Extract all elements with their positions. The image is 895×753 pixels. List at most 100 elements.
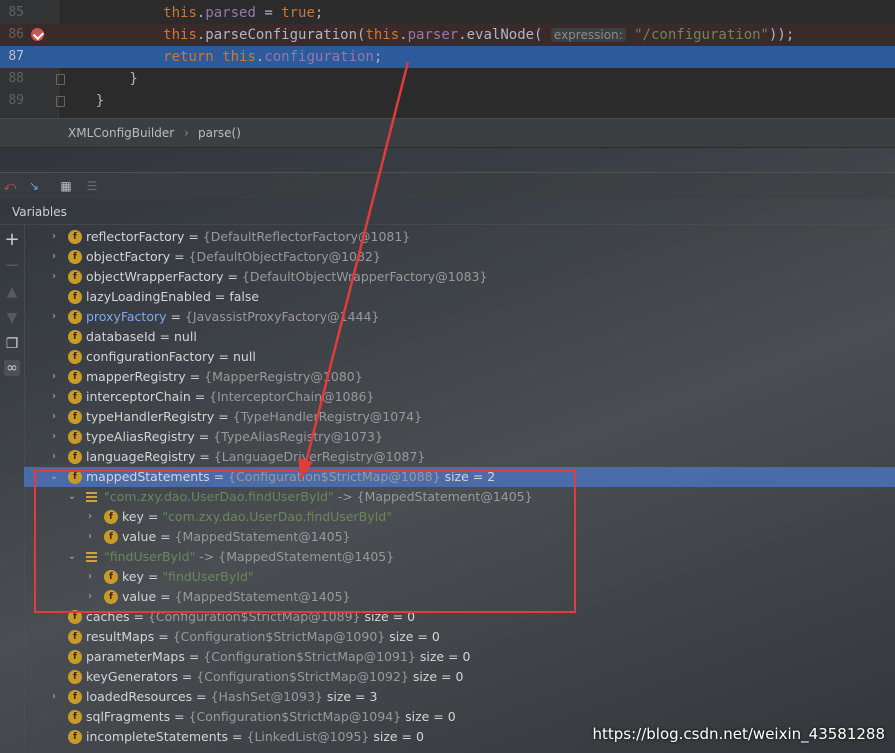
code-token: } bbox=[62, 93, 105, 109]
variable-name: lazyLoadingEnabled bbox=[86, 289, 211, 304]
code-line[interactable]: 85 this.parsed = true; bbox=[0, 2, 895, 24]
expand-arrow-icon[interactable]: › bbox=[48, 687, 60, 707]
expand-arrow-icon[interactable] bbox=[48, 287, 60, 307]
move-up-icon[interactable]: ▲ bbox=[4, 284, 20, 300]
equals-sign: = bbox=[185, 369, 205, 384]
variable-row[interactable]: f parameterMaps = {Configuration$StrictMa… bbox=[24, 647, 895, 667]
code-line[interactable]: 87 return this.configuration; bbox=[0, 46, 895, 68]
breadcrumb-separator: › bbox=[184, 126, 189, 140]
code-token: ; bbox=[373, 49, 383, 65]
variable-row[interactable]: f configurationFactory = null bbox=[24, 347, 895, 367]
expand-arrow-icon[interactable]: › bbox=[48, 267, 60, 287]
expand-arrow-icon[interactable]: › bbox=[48, 447, 60, 467]
equals-sign: = bbox=[177, 669, 197, 684]
debugger-toolbar: ⤺ ↘ ▦ ☰ bbox=[0, 172, 895, 199]
variable-value: false bbox=[229, 289, 260, 304]
code-token: configuration bbox=[264, 49, 374, 65]
expand-arrow-icon[interactable] bbox=[48, 707, 60, 727]
variable-row[interactable]: › f proxyFactory = {JavassistProxyFactory@… bbox=[24, 307, 895, 327]
variable-row[interactable]: › f reflectorFactory = {DefaultReflectorFa… bbox=[24, 227, 895, 247]
variable-row[interactable]: › f typeHandlerRegistry = {TypeHandlerRegi… bbox=[24, 407, 895, 427]
step-cursor-icon[interactable]: ↘ bbox=[26, 178, 42, 194]
expand-arrow-icon[interactable]: › bbox=[48, 247, 60, 267]
code-token: "/configuration" bbox=[634, 27, 769, 43]
equals-sign: = bbox=[214, 349, 233, 364]
evaluate-table-icon[interactable]: ▦ bbox=[58, 178, 74, 194]
variable-label: proxyFactory = {JavassistProxyFactory@14… bbox=[86, 307, 379, 327]
expand-arrow-icon[interactable]: › bbox=[48, 367, 60, 387]
variable-row[interactable]: f keyGenerators = {Configuration$StrictMa… bbox=[24, 667, 895, 687]
expand-arrow-icon[interactable] bbox=[48, 347, 60, 367]
equals-sign: = bbox=[194, 429, 214, 444]
equals-sign: = bbox=[184, 229, 203, 244]
code-editor[interactable]: 85 this.parsed = true; 86 this.parseConfi… bbox=[0, 0, 895, 118]
equals-sign: = bbox=[190, 389, 210, 404]
equals-sign: = bbox=[166, 309, 185, 324]
line-number: 88 bbox=[8, 71, 24, 86]
field-icon: f bbox=[68, 430, 82, 444]
copy-icon[interactable]: ❐ bbox=[4, 336, 20, 352]
field-icon: f bbox=[68, 270, 82, 284]
field-icon: f bbox=[68, 310, 82, 324]
variable-row[interactable]: f lazyLoadingEnabled = false bbox=[24, 287, 895, 307]
variable-label: objectWrapperFactory = {DefaultObjectWra… bbox=[86, 267, 487, 287]
variable-name: parameterMaps bbox=[86, 649, 185, 664]
breadcrumb-class[interactable]: XMLConfigBuilder bbox=[68, 126, 174, 140]
breadcrumb-method[interactable]: parse() bbox=[198, 126, 241, 140]
code-line[interactable]: 88 } bbox=[0, 68, 895, 90]
code-line[interactable]: 86 this.parseConfiguration(this.parser.e… bbox=[0, 24, 895, 46]
expand-arrow-icon[interactable] bbox=[48, 327, 60, 347]
variable-label: languageRegistry = {LanguageDriverRegist… bbox=[86, 447, 425, 467]
code-token: parser bbox=[407, 27, 459, 43]
object-reference: {TypeHandlerRegistry@1074} bbox=[232, 409, 423, 424]
object-reference: {Configuration$StrictMap@1092} bbox=[196, 669, 409, 684]
variable-name: reflectorFactory bbox=[86, 229, 185, 244]
variable-name: resultMaps bbox=[86, 629, 155, 644]
expand-arrow-icon[interactable] bbox=[48, 647, 60, 667]
variable-row[interactable]: › f mapperRegistry = {MapperRegistry@1080} bbox=[24, 367, 895, 387]
object-reference: {HashSet@1093} bbox=[210, 689, 323, 704]
settings-list-icon[interactable]: ☰ bbox=[84, 178, 100, 194]
variable-row[interactable]: › f typeAliasRegistry = {TypeAliasRegistry… bbox=[24, 427, 895, 447]
variable-row[interactable]: f databaseId = null bbox=[24, 327, 895, 347]
variable-row[interactable]: › f loadedResources = {HashSet@1093} size … bbox=[24, 687, 895, 707]
expand-arrow-icon[interactable] bbox=[48, 667, 60, 687]
expand-arrow-icon[interactable]: › bbox=[48, 407, 60, 427]
variable-label: interceptorChain = {InterceptorChain@108… bbox=[86, 387, 374, 407]
show-watches-icon[interactable]: ∞ bbox=[4, 360, 20, 376]
equals-sign: = bbox=[184, 649, 204, 664]
expand-arrow-icon[interactable]: › bbox=[48, 427, 60, 447]
code-token: this bbox=[163, 5, 197, 21]
equals-sign: = bbox=[155, 329, 174, 344]
breakpoint-icon[interactable] bbox=[31, 28, 44, 41]
variable-name: objectFactory bbox=[86, 249, 171, 264]
move-down-icon[interactable]: ▼ bbox=[4, 310, 20, 326]
expand-arrow-icon[interactable]: › bbox=[48, 227, 60, 247]
variable-label: typeAliasRegistry = {TypeAliasRegistry@1… bbox=[86, 427, 383, 447]
expand-arrow-icon[interactable]: › bbox=[48, 307, 60, 327]
expand-arrow-icon[interactable] bbox=[48, 727, 60, 747]
code-text: this.parsed = true; bbox=[62, 2, 323, 24]
object-reference: {Configuration$StrictMap@1091} bbox=[203, 649, 416, 664]
variable-row[interactable]: › f objectWrapperFactory = {DefaultObjectW… bbox=[24, 267, 895, 287]
variable-row[interactable]: › f objectFactory = {DefaultObjectFactory@… bbox=[24, 247, 895, 267]
object-reference: {MapperRegistry@1080} bbox=[204, 369, 363, 384]
watermark: https://blog.csdn.net/weixin_43581288 bbox=[592, 725, 885, 743]
field-icon: f bbox=[68, 290, 82, 304]
restore-layout-icon[interactable]: ⤺ bbox=[2, 178, 18, 194]
code-line[interactable]: 89 } bbox=[0, 90, 895, 112]
variable-row[interactable]: › f interceptorChain = {InterceptorChain@1… bbox=[24, 387, 895, 407]
variable-row[interactable]: › f languageRegistry = {LanguageDriverRegi… bbox=[24, 447, 895, 467]
variable-name: typeHandlerRegistry bbox=[86, 409, 215, 424]
variable-row[interactable]: f resultMaps = {Configuration$StrictMap@1… bbox=[24, 627, 895, 647]
remove-watch-icon[interactable]: − bbox=[4, 257, 20, 275]
variables-title: Variables bbox=[12, 205, 67, 219]
code-token: = bbox=[255, 5, 282, 21]
variables-header: Variables bbox=[0, 200, 895, 225]
expand-arrow-icon[interactable]: › bbox=[48, 387, 60, 407]
variable-label: loadedResources = {HashSet@1093} size = … bbox=[86, 687, 377, 707]
variables-side-toolbar: + − ▲ ▼ ❐ ∞ bbox=[0, 224, 25, 753]
expand-arrow-icon[interactable] bbox=[48, 627, 60, 647]
add-watch-icon[interactable]: + bbox=[4, 231, 20, 249]
variable-row[interactable]: f sqlFragments = {Configuration$StrictMap… bbox=[24, 707, 895, 727]
